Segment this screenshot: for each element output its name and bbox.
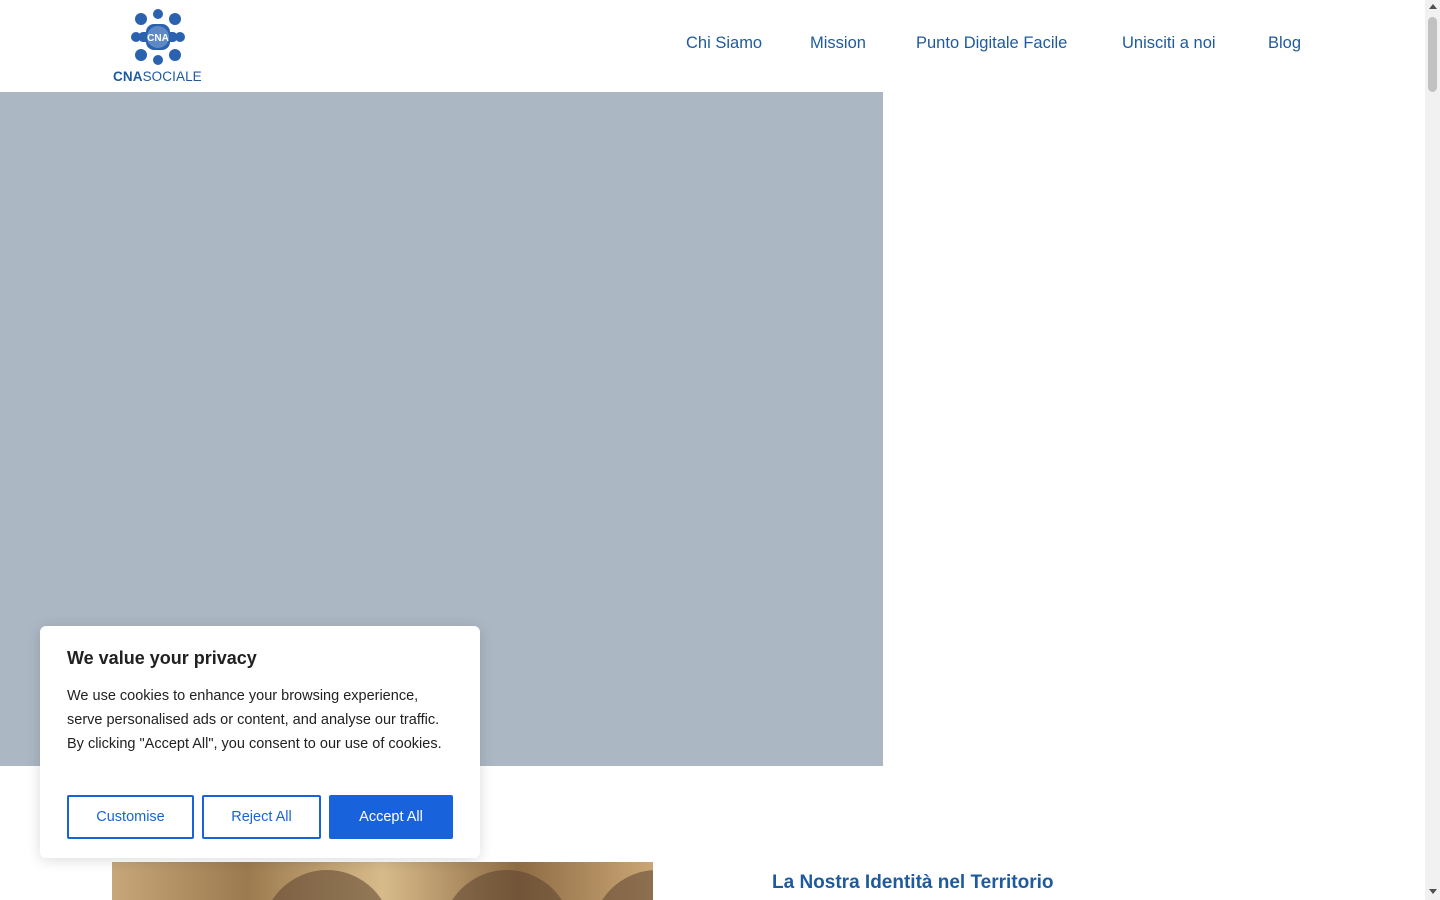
scrollbar-thumb[interactable] [1428,17,1437,92]
nav-item-chi-siamo[interactable]: Chi Siamo [686,34,762,53]
nav-item-blog[interactable]: Blog [1268,34,1301,53]
section-title: La Nostra Identità nel Territorio [772,872,1054,893]
page-scrollbar[interactable] [1425,0,1440,900]
nav-item-punto-digitale-facile[interactable]: Punto Digitale Facile [916,34,1067,53]
cookie-banner-text: We use cookies to enhance your browsing … [67,688,442,752]
customise-button[interactable]: Customise [67,795,194,839]
territory-photo [112,862,653,900]
photo-arch [592,870,653,900]
photo-arch [442,870,572,900]
nav-item-unisciti-a-noi[interactable]: Unisciti a noi [1122,34,1216,53]
logo-wordmark-bold: CNA [113,69,143,84]
scroll-up-arrow-icon[interactable] [1429,4,1437,9]
logo-wordmark-light: SOCIALE [142,69,202,84]
accept-all-button[interactable]: Accept All [329,795,453,839]
logo-wordmark: CNASOCIALE [113,69,202,84]
cookie-banner-title: We value your privacy [67,648,257,668]
main-nav: Chi Siamo Mission Punto Digitale Facile … [0,34,1425,58]
photo-arch [262,870,392,900]
site-header: CNA CNASOCIALE Chi Siamo Mission Punto D… [0,0,1425,92]
cookie-consent-banner: We value your privacy We use cookies to … [40,626,480,858]
reject-all-button[interactable]: Reject All [202,795,321,839]
nav-item-mission[interactable]: Mission [810,34,866,53]
scroll-down-arrow-icon[interactable] [1429,889,1437,894]
